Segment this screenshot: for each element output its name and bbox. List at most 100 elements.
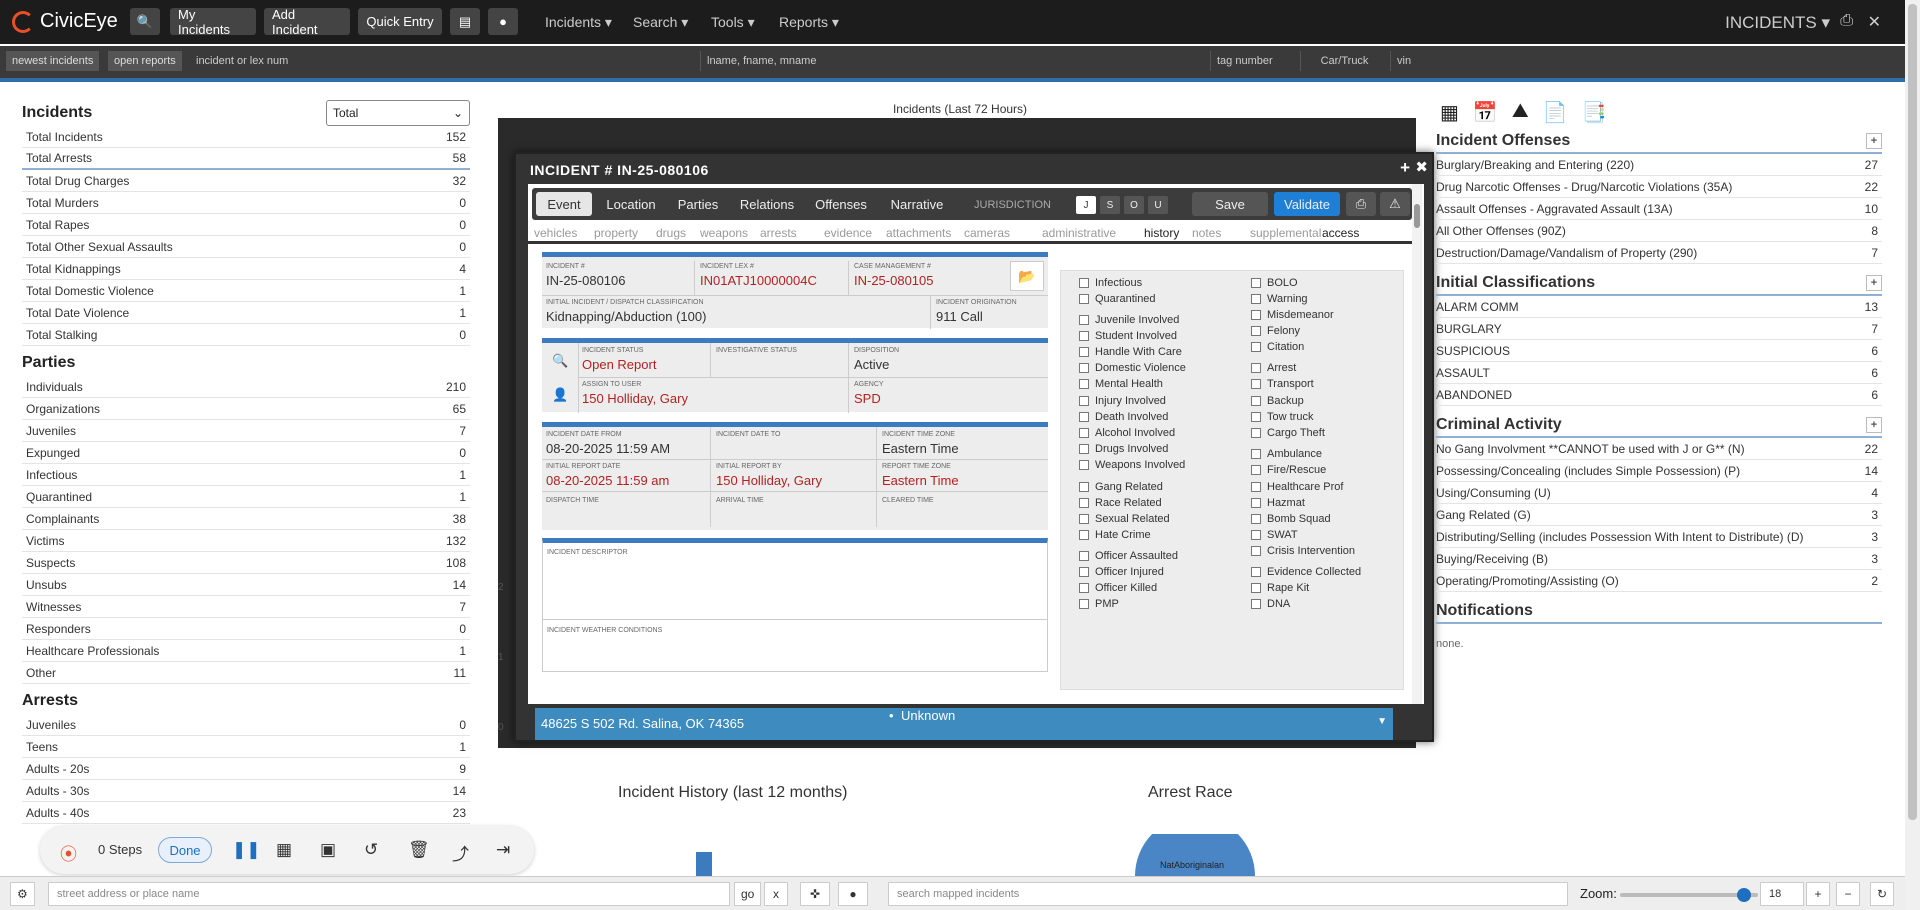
checkbox-box[interactable] <box>1079 498 1089 508</box>
jurisdiction-u[interactable]: U <box>1148 196 1168 214</box>
checkbox-box[interactable] <box>1079 514 1089 524</box>
undo-icon[interactable]: ↺ <box>364 840 378 860</box>
calendar-icon[interactable]: 📅 <box>1473 100 1498 125</box>
stat-row[interactable]: Operating/Promoting/Assisting (O) 2 <box>1436 570 1882 592</box>
stat-row[interactable]: Total Drug Charges 32 <box>22 170 470 192</box>
initial-classification-value[interactable]: Kidnapping/Abduction (100) <box>546 309 706 324</box>
stat-row[interactable]: Adults - 40s 23 <box>22 802 470 824</box>
checkbox-box[interactable] <box>1079 315 1089 325</box>
quick-entry-button[interactable]: Quick Entry <box>358 8 442 35</box>
stat-row[interactable]: Burglary/Breaking and Entering (220) 27 <box>1436 154 1882 176</box>
stat-row[interactable]: Destruction/Damage/Vandalism of Property… <box>1436 242 1882 264</box>
checkbox-box[interactable] <box>1079 379 1089 389</box>
tab-relations[interactable]: Relations <box>732 192 802 216</box>
lex-number-value[interactable]: IN01ATJ10000004C <box>700 273 817 288</box>
flag-checkbox[interactable]: Arrest <box>1251 362 1296 374</box>
report-icon[interactable]: 📑 <box>1582 100 1607 125</box>
flag-checkbox[interactable]: Officer Killed <box>1079 582 1157 594</box>
tab-event[interactable]: Event <box>536 192 592 216</box>
checkbox-box[interactable] <box>1079 428 1089 438</box>
flag-checkbox[interactable]: Quarantined <box>1079 293 1156 305</box>
warning-icon[interactable]: ⚠ <box>1380 192 1410 216</box>
stat-row[interactable]: Total Date Violence 1 <box>22 302 470 324</box>
modal-close-icon[interactable]: ✖ <box>1415 158 1428 176</box>
jurisdiction-o[interactable]: O <box>1124 196 1144 214</box>
locate-icon[interactable]: ✜ <box>800 882 830 906</box>
checkbox-box[interactable] <box>1251 379 1261 389</box>
checkbox-box[interactable] <box>1251 514 1261 524</box>
stat-row[interactable]: Gang Related (G) 3 <box>1436 504 1882 526</box>
menu-search[interactable]: Search ▾ <box>633 14 688 31</box>
stat-row[interactable]: Other 11 <box>22 662 470 684</box>
stat-row[interactable]: Buying/Receiving (B) 3 <box>1436 548 1882 570</box>
flag-checkbox[interactable]: Ambulance <box>1251 448 1322 460</box>
checkbox-box[interactable] <box>1251 482 1261 492</box>
flag-checkbox[interactable]: Sexual Related <box>1079 513 1170 525</box>
report-time-zone-value[interactable]: Eastern Time <box>882 473 959 488</box>
flag-checkbox[interactable]: SWAT <box>1251 529 1298 541</box>
subtab-vehicles[interactable]: vehicles <box>534 226 577 240</box>
checkbox-box[interactable] <box>1079 551 1089 561</box>
newest-incidents-button[interactable]: newest incidents <box>6 51 100 71</box>
stat-row[interactable]: Adults - 20s 9 <box>22 758 470 780</box>
subtab-arrests[interactable]: arrests <box>760 226 797 240</box>
stat-row[interactable]: Complainants 38 <box>22 508 470 530</box>
stat-row[interactable]: SUSPICIOUS 6 <box>1436 340 1882 362</box>
flag-checkbox[interactable]: Drugs Involved <box>1079 443 1168 455</box>
my-incidents-button[interactable]: My Incidents <box>170 7 256 37</box>
subtab-drugs[interactable]: drugs <box>656 226 686 240</box>
subtab-supplemental[interactable]: supplemental <box>1250 226 1321 240</box>
folder-icon[interactable]: 📂 <box>1010 261 1044 291</box>
flag-checkbox[interactable]: Juvenile Involved <box>1079 314 1179 326</box>
subtab-evidence[interactable]: evidence <box>824 226 872 240</box>
flag-checkbox[interactable]: Transport <box>1251 378 1314 390</box>
flag-checkbox[interactable]: Evidence Collected <box>1251 566 1361 578</box>
stat-row[interactable]: Total Rapes 0 <box>22 214 470 236</box>
flag-checkbox[interactable]: Citation <box>1251 341 1304 353</box>
close-icon[interactable]: ✕ <box>1868 12 1881 32</box>
jurisdiction-s[interactable]: S <box>1100 196 1120 214</box>
gear-icon[interactable]: ⚙ <box>10 882 35 906</box>
checkbox-box[interactable] <box>1251 363 1261 373</box>
checkbox-box[interactable] <box>1079 444 1089 454</box>
stat-row[interactable]: ABANDONED 6 <box>1436 384 1882 406</box>
flag-checkbox[interactable]: Race Related <box>1079 497 1162 509</box>
subtab-history[interactable]: history <box>1144 226 1179 240</box>
flag-checkbox[interactable]: Officer Assaulted <box>1079 550 1178 562</box>
checkbox-box[interactable] <box>1079 347 1089 357</box>
expand-icon[interactable]: + <box>1400 158 1410 178</box>
search-icon[interactable]: 🔍 <box>552 353 568 369</box>
vin-input[interactable]: vin <box>1390 51 1898 71</box>
checkbox-box[interactable] <box>1079 294 1089 304</box>
flag-checkbox[interactable]: PMP <box>1079 598 1119 610</box>
exit-icon[interactable]: ⇥ <box>496 840 510 860</box>
list-icon-button[interactable]: ▤ <box>450 8 480 35</box>
stat-row[interactable]: Total Kidnappings 4 <box>22 258 470 280</box>
flag-checkbox[interactable]: Backup <box>1251 395 1304 407</box>
checkbox-box[interactable] <box>1251 428 1261 438</box>
subtab-administrative[interactable]: administrative <box>1042 226 1116 240</box>
disposition-value[interactable]: Active <box>854 357 889 372</box>
stat-row[interactable]: Juveniles 7 <box>22 420 470 442</box>
chevron-down-icon[interactable]: ▼ <box>1377 716 1387 727</box>
checkbox-box[interactable] <box>1251 412 1261 422</box>
checkbox-box[interactable] <box>1251 278 1261 288</box>
checkbox-box[interactable] <box>1079 583 1089 593</box>
tag-number-input[interactable]: tag number <box>1210 51 1298 71</box>
flag-checkbox[interactable]: Weapons Involved <box>1079 459 1185 471</box>
street-address-input[interactable]: street address or place name <box>48 882 730 906</box>
date-from-value[interactable]: 08-20-2025 11:59 AM <box>546 441 670 456</box>
grid-icon[interactable]: ▦ <box>276 840 292 860</box>
incident-number-value[interactable]: IN-25-080106 <box>546 273 626 288</box>
stat-row[interactable]: Organizations 65 <box>22 398 470 420</box>
subtab-access[interactable]: access <box>1322 226 1359 240</box>
stat-row[interactable]: Drug Narcotic Offenses - Drug/Narcotic V… <box>1436 176 1882 198</box>
checkbox-box[interactable] <box>1251 465 1261 475</box>
done-button[interactable]: Done <box>158 837 212 863</box>
flag-checkbox[interactable]: Tow truck <box>1251 411 1313 423</box>
descriptor-textarea[interactable] <box>543 559 1047 617</box>
search-mapped-input[interactable]: search mapped incidents <box>888 882 1568 906</box>
checkbox-box[interactable] <box>1079 363 1089 373</box>
flag-checkbox[interactable]: Handle With Care <box>1079 346 1182 358</box>
checkbox-box[interactable] <box>1251 326 1261 336</box>
